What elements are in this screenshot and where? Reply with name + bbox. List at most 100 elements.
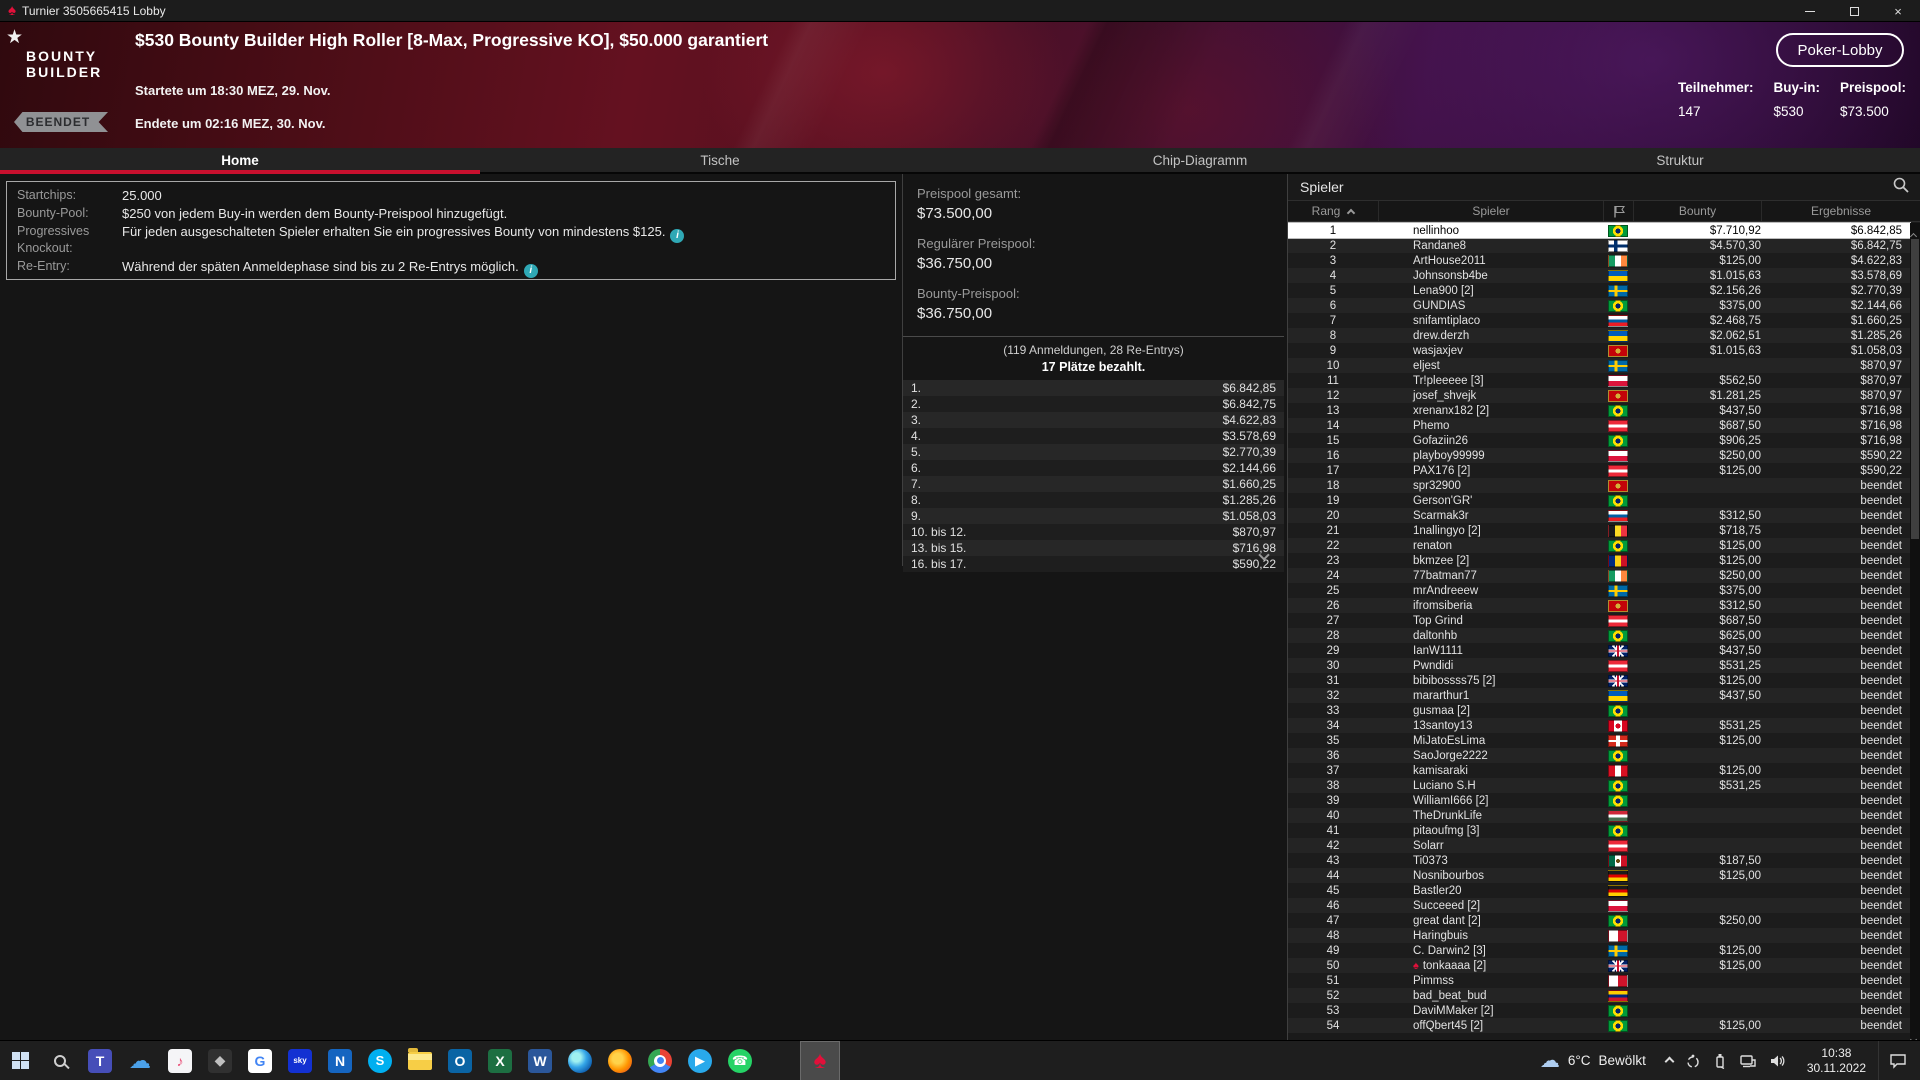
player-search-button[interactable]: [1892, 176, 1910, 199]
player-row[interactable]: 10 eljest $870,97: [1288, 358, 1910, 373]
maximize-button[interactable]: [1832, 0, 1876, 22]
player-row[interactable]: 13 xrenanx182 [2] $437,50 $716,98: [1288, 403, 1910, 418]
taskbar-app-sky[interactable]: sky: [280, 1041, 320, 1080]
taskbar-clock[interactable]: 10:38 30.11.2022: [1799, 1046, 1874, 1076]
column-header-bounty[interactable]: Bounty: [1633, 201, 1761, 221]
player-row[interactable]: 34 13santoy13 $531,25 beendet: [1288, 718, 1910, 733]
player-row[interactable]: 35 MiJatoEsLima $125,00 beendet: [1288, 733, 1910, 748]
player-row[interactable]: 20 Scarmak3r $312,50 beendet: [1288, 508, 1910, 523]
player-row[interactable]: 7 snifamtiplaco $2.468,75 $1.660,25: [1288, 313, 1910, 328]
player-row[interactable]: 14 Phemo $687,50 $716,98: [1288, 418, 1910, 433]
player-row[interactable]: 17 PAX176 [2] $125,00 $590,22: [1288, 463, 1910, 478]
tray-expand-button[interactable]: [1664, 1052, 1675, 1070]
tab-tische[interactable]: Tische: [480, 148, 960, 172]
taskbar-app-itunes[interactable]: ♪: [160, 1041, 200, 1080]
taskbar-app-whatsapp[interactable]: ☎: [720, 1041, 760, 1080]
poker-lobby-button[interactable]: Poker-Lobby: [1776, 33, 1904, 67]
player-row[interactable]: 26 ifromsiberia $312,50 beendet: [1288, 598, 1910, 613]
start-button[interactable]: [0, 1041, 40, 1080]
player-row[interactable]: 42 Solarr beendet: [1288, 838, 1910, 853]
prize-list-scroll-down[interactable]: [1258, 546, 1270, 564]
player-row[interactable]: 8 drew.derzh $2.062,51 $1.285,26: [1288, 328, 1910, 343]
player-row[interactable]: 38 Luciano S.H $531,25 beendet: [1288, 778, 1910, 793]
player-row[interactable]: 30 Pwndidi $531,25 beendet: [1288, 658, 1910, 673]
player-row[interactable]: 36 SaoJorge2222 beendet: [1288, 748, 1910, 763]
taskbar-app-word[interactable]: W: [520, 1041, 560, 1080]
column-header-result[interactable]: Ergebnisse: [1761, 201, 1920, 221]
taskbar-app-pokerstars[interactable]: ♠: [800, 1040, 840, 1080]
player-row[interactable]: 51 Pimmss beendet: [1288, 973, 1910, 988]
player-row[interactable]: 41 pitaoufmg [3] beendet: [1288, 823, 1910, 838]
player-row[interactable]: 44 Nosnibourbos $125,00 beendet: [1288, 868, 1910, 883]
player-row[interactable]: 15 Gofaziin26 $906,25 $716,98: [1288, 433, 1910, 448]
minimize-button[interactable]: [1788, 0, 1832, 22]
player-row[interactable]: 28 daltonhb $625,00 beendet: [1288, 628, 1910, 643]
volume-tray-icon[interactable]: [1769, 1053, 1787, 1069]
column-header-player[interactable]: Spieler: [1378, 201, 1603, 221]
column-header-rank[interactable]: Rang: [1288, 201, 1378, 221]
taskbar-app-notes-app[interactable]: N: [320, 1041, 360, 1080]
star-icon[interactable]: ★: [6, 26, 23, 49]
player-row[interactable]: 33 gusmaa [2] beendet: [1288, 703, 1910, 718]
tab-chip-diagramm[interactable]: Chip-Diagramm: [960, 148, 1440, 172]
action-center-button[interactable]: [1878, 1040, 1916, 1080]
taskbar-app-file-explorer[interactable]: [400, 1041, 440, 1080]
player-row[interactable]: 54 offQbert45 [2] $125,00 beendet: [1288, 1018, 1910, 1033]
taskbar-app-telegram[interactable]: ▶: [680, 1041, 720, 1080]
player-row[interactable]: 46 Succeeed [2] beendet: [1288, 898, 1910, 913]
player-row[interactable]: 18 spr32900 beendet: [1288, 478, 1910, 493]
tab-struktur[interactable]: Struktur: [1440, 148, 1920, 172]
player-row[interactable]: 27 Top Grind $687,50 beendet: [1288, 613, 1910, 628]
player-row[interactable]: 1 nellinhoo $7.710,92 $6.842,85: [1288, 222, 1911, 239]
taskbar-app-outlook[interactable]: O: [440, 1041, 480, 1080]
player-row[interactable]: 39 WilliamI666 [2] beendet: [1288, 793, 1910, 808]
player-row[interactable]: 49 C. Darwin2 [3] $125,00 beendet: [1288, 943, 1910, 958]
info-icon[interactable]: i: [523, 263, 538, 278]
player-row[interactable]: 2 Randane8 $4.570,30 $6.842,75: [1288, 238, 1910, 253]
taskbar-search-button[interactable]: [40, 1041, 80, 1080]
player-row[interactable]: 12 josef_shvejk $1.281,25 $870,97: [1288, 388, 1910, 403]
player-row[interactable]: 19 Gerson'GR' beendet: [1288, 493, 1910, 508]
tab-home[interactable]: Home: [0, 148, 480, 174]
player-row[interactable]: 31 bibibossss75 [2] $125,00 beendet: [1288, 673, 1910, 688]
player-row[interactable]: 50 ♠ tonkaaaa [2] $125,00 beendet: [1288, 958, 1910, 973]
player-row[interactable]: 29 IanW1111 $437,50 beendet: [1288, 643, 1910, 658]
usb-tray-icon[interactable]: [1713, 1053, 1727, 1069]
player-row[interactable]: 48 Haringbuis beendet: [1288, 928, 1910, 943]
player-row[interactable]: 21 1nallingyo [2] $718,75 beendet: [1288, 523, 1910, 538]
taskbar-app-diamond-app[interactable]: ◆: [200, 1041, 240, 1080]
player-row[interactable]: 16 playboy99999 $250,00 $590,22: [1288, 448, 1910, 463]
player-row[interactable]: 3 ArtHouse2011 $125,00 $4.622,83: [1288, 253, 1910, 268]
taskbar-app-chrome[interactable]: [640, 1041, 680, 1080]
taskbar-app-firefox[interactable]: [600, 1041, 640, 1080]
player-row[interactable]: 53 DaviMMaker [2] beendet: [1288, 1003, 1910, 1018]
taskbar-app-onedrive[interactable]: ☁: [120, 1041, 160, 1080]
taskbar-app-excel[interactable]: X: [480, 1041, 520, 1080]
network-tray-icon[interactable]: [1739, 1053, 1757, 1069]
scroll-down-arrow[interactable]: [1909, 1029, 1919, 1040]
taskbar-app-ms-teams[interactable]: T: [80, 1041, 120, 1080]
weather-widget[interactable]: ☁ 6°C Bewölkt: [1532, 1048, 1654, 1073]
player-row[interactable]: 9 wasjaxjev $1.015,63 $1.058,03: [1288, 343, 1910, 358]
player-row[interactable]: 40 TheDrunkLife beendet: [1288, 808, 1910, 823]
player-row[interactable]: 32 mararthur1 $437,50 beendet: [1288, 688, 1910, 703]
taskbar-app-edge[interactable]: [560, 1041, 600, 1080]
player-row[interactable]: 6 GUNDIAS $375,00 $2.144,66: [1288, 298, 1910, 313]
scroll-up-arrow[interactable]: [1909, 226, 1919, 241]
player-row[interactable]: 24 77batman77 $250,00 beendet: [1288, 568, 1910, 583]
player-row[interactable]: 22 renaton $125,00 beendet: [1288, 538, 1910, 553]
info-icon[interactable]: i: [670, 228, 685, 243]
player-row[interactable]: 45 Bastler20 beendet: [1288, 883, 1910, 898]
player-row[interactable]: 25 mrAndreeew $375,00 beendet: [1288, 583, 1910, 598]
player-row[interactable]: 23 bkmzee [2] $125,00 beendet: [1288, 553, 1910, 568]
players-scrollbar[interactable]: [1909, 223, 1920, 1040]
player-row[interactable]: 43 Ti0373 $187,50 beendet: [1288, 853, 1910, 868]
player-row[interactable]: 47 great dant [2] $250,00 beendet: [1288, 913, 1910, 928]
player-row[interactable]: 37 kamisaraki $125,00 beendet: [1288, 763, 1910, 778]
sync-status-tray-icon[interactable]: [1685, 1053, 1701, 1069]
taskbar-app-skype[interactable]: S: [360, 1041, 400, 1080]
close-button[interactable]: ×: [1876, 0, 1920, 22]
player-row[interactable]: 4 Johnsonsb4be $1.015,63 $3.578,69: [1288, 268, 1910, 283]
scrollbar-thumb[interactable]: [1911, 239, 1919, 539]
player-row[interactable]: 52 bad_beat_bud beendet: [1288, 988, 1910, 1003]
